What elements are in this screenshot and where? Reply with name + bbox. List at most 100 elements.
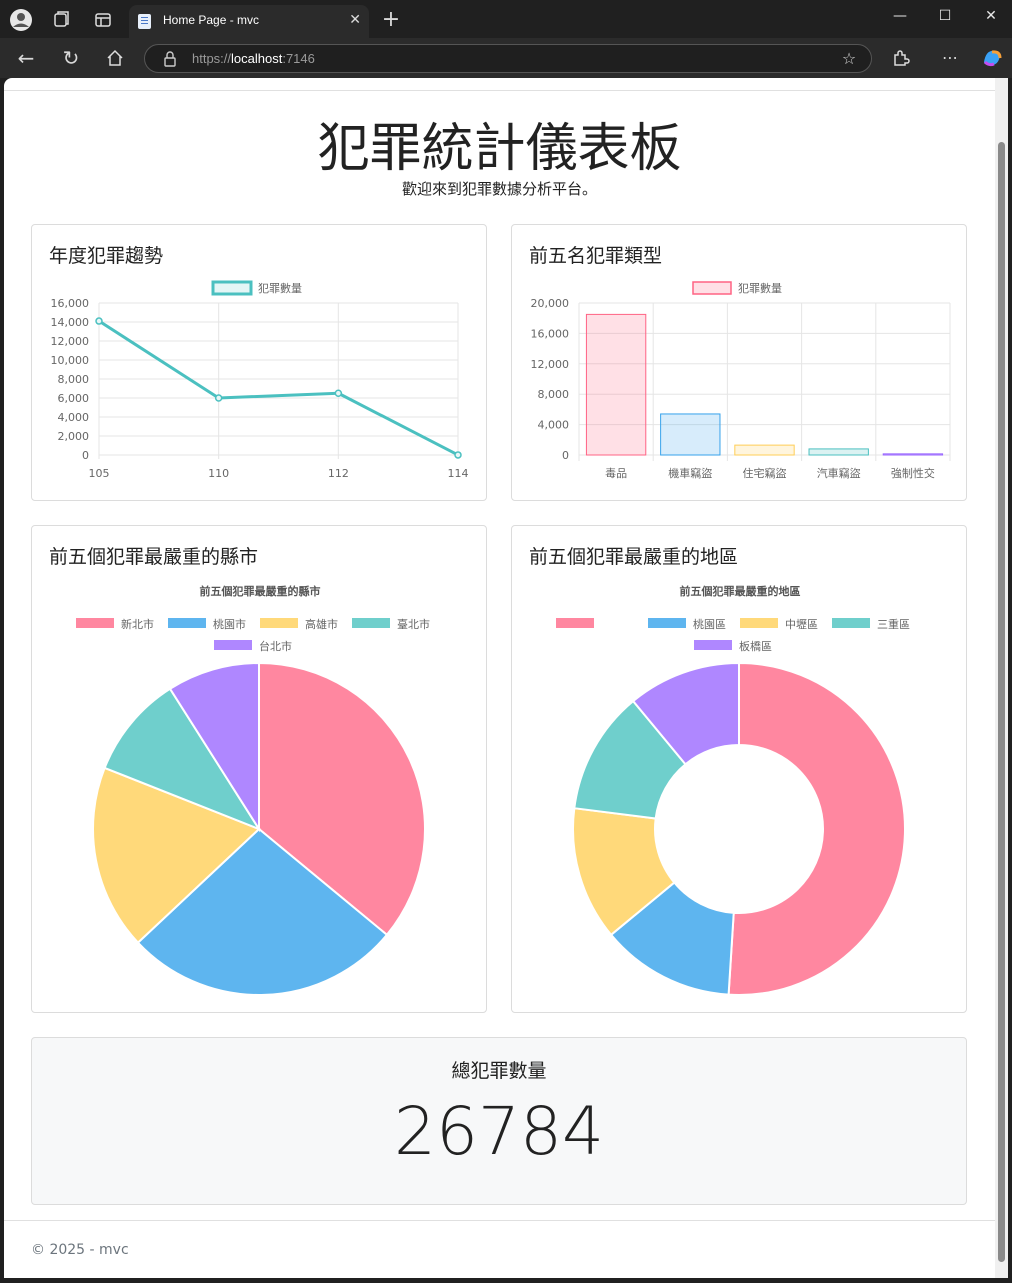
legend-label: 高雄市 (305, 617, 338, 631)
legend-label: 三重區 (877, 617, 910, 631)
total-crime-card: 總犯罪數量 26784 (31, 1037, 967, 1205)
refresh-icon[interactable]: ↻ (59, 46, 83, 70)
legend-label: 板橋區 (739, 639, 772, 653)
legend-label: 新北市 (121, 617, 154, 631)
y-tick-label: 2,000 (58, 430, 90, 443)
browser-tab[interactable]: Home Page - mvc ✕ (129, 5, 369, 38)
y-tick-label: 12,000 (51, 335, 90, 348)
bar (734, 444, 795, 456)
page-subtitle: 歡迎來到犯罪數據分析平台。 (401, 180, 597, 198)
trend-line-chart: 犯罪數量 16,000 14,000 12,000 10,000 8,000 6,000 4,… (51, 280, 469, 480)
cities-card: 前五個犯罪最嚴重的縣市 前五個犯罪最嚴重的縣市新北市 桃園市 高雄市 臺北市台北市 (31, 525, 487, 1013)
legend-swatch (168, 618, 206, 628)
x-tick-label: 110 (208, 467, 229, 480)
chart-title: 前五個犯罪最嚴重的縣市 (200, 584, 321, 598)
legend-swatch (648, 618, 686, 628)
bar (585, 313, 647, 456)
y-tick-label: 4,000 (58, 411, 90, 424)
page-scrollbar[interactable] (995, 78, 1008, 1278)
x-tick-label: 機車竊盜 (668, 466, 712, 480)
y-tick-label: 16,000 (531, 327, 570, 340)
legend-swatch (211, 280, 253, 296)
workspaces-icon[interactable] (49, 8, 73, 32)
tab-bar: Home Page - mvc ✕ + — ☐ ✕ (0, 0, 1012, 38)
y-tick-label: 10,000 (51, 354, 90, 367)
districts-doughnut-chart: 前五個犯罪最嚴重的地區桃園區 中壢區 三重區板橋區 (556, 584, 910, 996)
maximize-icon[interactable]: ☐ (933, 8, 957, 24)
navbar-divider (4, 90, 995, 91)
data-point (95, 317, 103, 325)
close-tab-icon[interactable]: ✕ (349, 12, 361, 28)
home-icon[interactable] (103, 46, 127, 70)
data-point (454, 451, 462, 459)
bar (882, 453, 944, 456)
back-icon[interactable]: ← (14, 46, 38, 70)
x-tick-label: 105 (89, 467, 110, 480)
legend-swatch (694, 640, 732, 650)
y-tick-label: 14,000 (51, 316, 90, 329)
url-text: https://localhost:7146 (192, 51, 315, 66)
x-tick-label: 住宅竊盜 (743, 466, 787, 480)
legend-swatch (76, 618, 114, 628)
districts-card: 前五個犯罪最嚴重的地區 前五個犯罪最嚴重的地區桃園區 中壢區 三重區板橋區 (511, 525, 967, 1013)
favorite-star-icon[interactable]: ☆ (837, 47, 861, 71)
x-tick-label: 毒品 (605, 467, 627, 480)
lock-icon[interactable] (158, 47, 182, 71)
profile-icon[interactable] (9, 8, 33, 32)
types-bar-chart: 犯罪數量 20,000 16,000 12,000 8,000 4,000 0 毒品 機車竊盜 住… (531, 281, 951, 480)
x-tick-label: 112 (328, 467, 349, 480)
extensions-icon[interactable] (889, 46, 913, 70)
legend-label: 台北市 (259, 639, 292, 653)
total-crime-label: 總犯罪數量 (451, 1060, 547, 1082)
page-favicon-icon (138, 14, 151, 29)
footer-text: © 2025 - mvc (31, 1242, 129, 1258)
y-tick-label: 20,000 (531, 297, 570, 310)
x-tick-label: 汽車竊盜 (817, 466, 861, 480)
tab-title: Home Page - mvc (163, 13, 260, 27)
legend-swatch (214, 640, 252, 650)
data-point (214, 394, 223, 402)
legend-swatch (740, 618, 778, 628)
total-crime-value: 26784 (394, 1093, 604, 1170)
y-tick-label: 12,000 (531, 358, 570, 371)
legend-label: 臺北市 (397, 617, 430, 631)
legend-swatch (260, 618, 298, 628)
tab-actions-icon[interactable] (91, 8, 115, 32)
page-title: 犯罪統計儀表板 (317, 119, 682, 179)
more-menu-icon[interactable]: ⋯ (938, 46, 962, 70)
types-card: 前五名犯罪類型 犯罪數量 20,000 16,000 12,000 8,000 4,000… (511, 224, 967, 501)
copilot-icon[interactable] (980, 46, 1004, 70)
data-point (334, 389, 343, 397)
legend-label: 中壢區 (785, 617, 818, 631)
y-tick-label: 8,000 (58, 373, 90, 386)
x-tick-label: 強制性交 (891, 466, 935, 480)
footer-divider (4, 1220, 995, 1221)
legend-label: 桃園市 (213, 617, 246, 631)
minimize-icon[interactable]: — (888, 8, 912, 24)
y-tick-label: 4,000 (538, 419, 570, 432)
scrollbar-thumb[interactable] (998, 142, 1005, 1262)
x-tick-label: 114 (448, 467, 469, 480)
legend-swatch (352, 618, 390, 628)
legend-label: 犯罪數量 (258, 282, 302, 295)
cities-pie-chart: 前五個犯罪最嚴重的縣市新北市 桃園市 高雄市 臺北市台北市 (76, 584, 430, 996)
trend-card: 年度犯罪趨勢 犯罪數量 16,000 14,000 12,000 10,000 8,000… (31, 224, 487, 501)
y-tick-label: 0 (82, 449, 89, 462)
legend-label: 犯罪數量 (738, 282, 782, 295)
y-tick-label: 0 (562, 449, 569, 462)
y-tick-label: 8,000 (538, 388, 570, 401)
new-tab-icon[interactable]: + (379, 8, 403, 32)
y-tick-label: 6,000 (58, 392, 90, 405)
window-close-icon[interactable]: ✕ (979, 8, 1003, 24)
legend-swatch (692, 281, 732, 295)
legend-swatch (832, 618, 870, 628)
legend-label: 桃園區 (693, 617, 726, 631)
page-content: 犯罪統計儀表板 歡迎來到犯罪數據分析平台。 年度犯罪趨勢 犯罪數量 16,000 1… (4, 78, 995, 1278)
chart-title: 前五個犯罪最嚴重的地區 (680, 584, 801, 598)
y-tick-label: 16,000 (51, 297, 90, 310)
bar (808, 448, 869, 456)
address-bar[interactable]: https://localhost:7146 ☆ (144, 44, 872, 73)
legend-swatch (556, 618, 594, 628)
pie-slice (727, 661, 906, 996)
bar (660, 413, 721, 456)
